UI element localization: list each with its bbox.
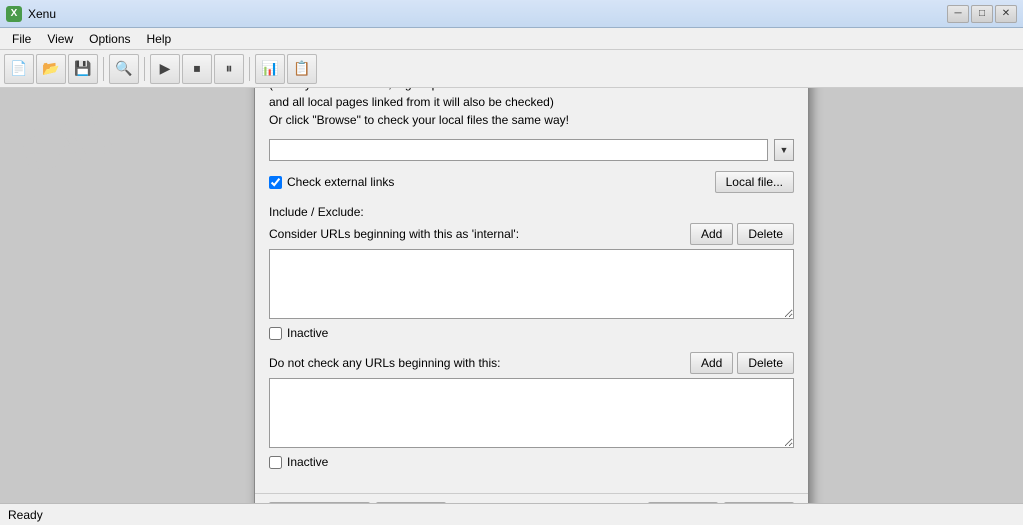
url-dropdown-button[interactable]: ▼: [774, 139, 794, 161]
exclude-delete-button[interactable]: Delete: [737, 352, 794, 374]
toolbar-search-btn[interactable]: 🔍: [109, 54, 139, 84]
internal-inactive-text: Inactive: [287, 326, 328, 340]
dialog-footer: More options... e-mail... OK Cancel: [255, 493, 808, 503]
title-bar: X Xenu ─ □ ✕: [0, 0, 1023, 28]
local-file-button[interactable]: Local file...: [715, 171, 794, 193]
exclude-add-button[interactable]: Add: [690, 352, 733, 374]
internal-add-button[interactable]: Add: [690, 223, 733, 245]
toolbar-new-btn[interactable]: 📄: [4, 54, 34, 84]
more-options-button[interactable]: More options...: [269, 502, 370, 503]
internal-url-row: Consider URLs beginning with this as 'in…: [269, 223, 794, 245]
main-content: TAL Xenu's starting point ✕ What address…: [0, 88, 1023, 503]
internal-btn-group: Add Delete: [690, 223, 794, 245]
menu-options[interactable]: Options: [81, 28, 138, 49]
check-external-row: Check external links Local file...: [269, 171, 794, 193]
desc-line3: and all local pages linked from it will …: [269, 93, 794, 111]
menu-view[interactable]: View: [39, 28, 81, 49]
toolbar-list-btn[interactable]: 📋: [287, 54, 317, 84]
toolbar-save-btn[interactable]: 💾: [68, 54, 98, 84]
toolbar-sep-2: [144, 57, 145, 81]
footer-right-buttons: OK Cancel: [648, 502, 794, 503]
include-exclude-section: Include / Exclude: Consider URLs beginni…: [269, 205, 794, 340]
url-input[interactable]: [269, 139, 768, 161]
include-exclude-label: Include / Exclude:: [269, 205, 794, 219]
minimize-button[interactable]: ─: [947, 5, 969, 23]
toolbar: 📄 📂 💾 🔍 ▶ ⏹ ⏸ 📊 📋: [0, 50, 1023, 88]
exclude-url-list[interactable]: [269, 378, 794, 448]
ok-button[interactable]: OK: [648, 502, 718, 503]
dialog-overlay: Xenu's starting point ✕ What address do …: [0, 88, 1023, 503]
internal-url-label: Consider URLs beginning with this as 'in…: [269, 227, 519, 241]
internal-inactive-label[interactable]: Inactive: [269, 326, 794, 340]
exclude-section: Do not check any URLs beginning with thi…: [269, 352, 794, 469]
toolbar-open-btn[interactable]: 📂: [36, 54, 66, 84]
toolbar-pause-btn[interactable]: ⏸: [214, 54, 244, 84]
email-button[interactable]: e-mail...: [376, 502, 446, 503]
menu-file[interactable]: File: [4, 28, 39, 49]
footer-left-buttons: More options... e-mail...: [269, 502, 446, 503]
internal-delete-button[interactable]: Delete: [737, 223, 794, 245]
toolbar-start-btn[interactable]: ▶: [150, 54, 180, 84]
toolbar-sep-1: [103, 57, 104, 81]
starting-point-dialog: Xenu's starting point ✕ What address do …: [254, 88, 809, 503]
internal-url-list[interactable]: [269, 249, 794, 319]
app-icon-letter: X: [11, 8, 18, 19]
exclude-inactive-label[interactable]: Inactive: [269, 455, 794, 469]
check-external-label[interactable]: Check external links: [269, 175, 394, 189]
url-row: ▼: [269, 139, 794, 161]
cancel-button[interactable]: Cancel: [724, 502, 794, 503]
desc-line4: Or click "Browse" to check your local fi…: [269, 111, 794, 129]
menu-bar: File View Options Help: [0, 28, 1023, 50]
menu-help[interactable]: Help: [139, 28, 180, 49]
toolbar-report-btn[interactable]: 📊: [255, 54, 285, 84]
exclude-inactive-checkbox[interactable]: [269, 456, 282, 469]
window-controls: ─ □ ✕: [947, 5, 1017, 23]
window-title: Xenu: [28, 7, 947, 21]
internal-inactive-checkbox[interactable]: [269, 327, 282, 340]
maximize-button[interactable]: □: [971, 5, 993, 23]
dialog-body: What address do you want to check? (Ente…: [255, 88, 808, 493]
dialog-description: What address do you want to check? (Ente…: [269, 88, 794, 129]
status-bar: Ready: [0, 503, 1023, 525]
exclude-url-row: Do not check any URLs beginning with thi…: [269, 352, 794, 374]
toolbar-stop-btn[interactable]: ⏹: [182, 54, 212, 84]
exclude-inactive-text: Inactive: [287, 455, 328, 469]
exclude-btn-group: Add Delete: [690, 352, 794, 374]
exclude-url-label: Do not check any URLs beginning with thi…: [269, 356, 500, 370]
status-text: Ready: [8, 508, 43, 522]
watermark: TAL: [3, 95, 129, 191]
check-external-text: Check external links: [287, 175, 394, 189]
check-external-checkbox[interactable]: [269, 176, 282, 189]
close-button[interactable]: ✕: [995, 5, 1017, 23]
main-window: X Xenu ─ □ ✕ File View Options Help 📄 📂 …: [0, 0, 1023, 525]
toolbar-sep-3: [249, 57, 250, 81]
app-icon: X: [6, 6, 22, 22]
